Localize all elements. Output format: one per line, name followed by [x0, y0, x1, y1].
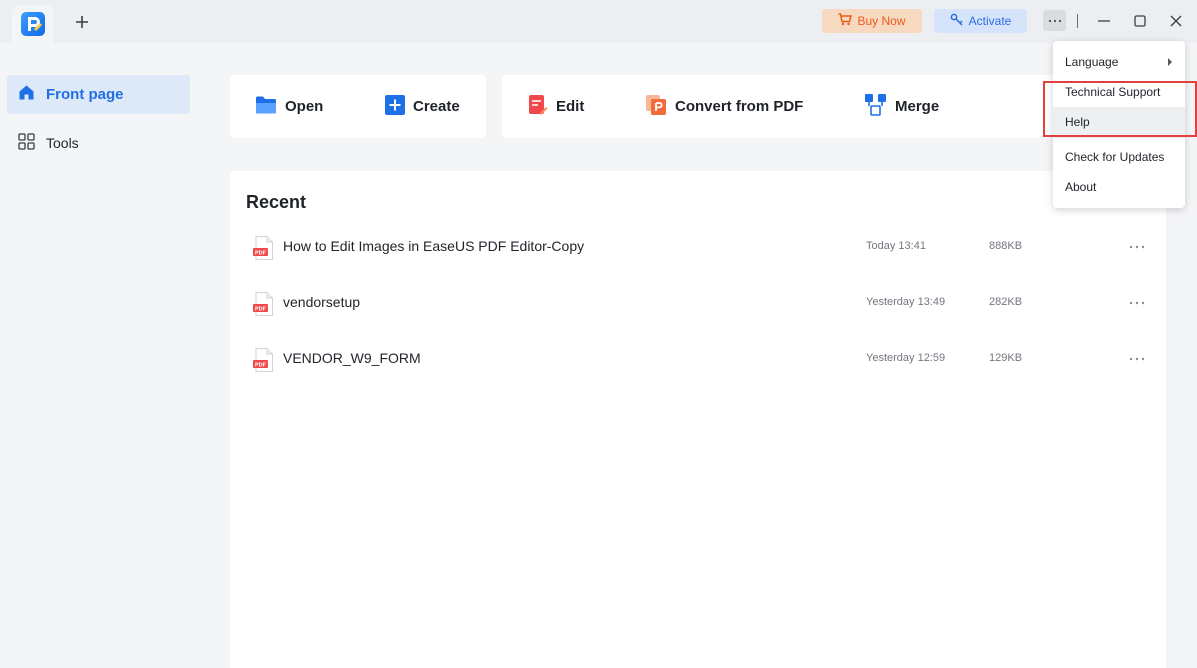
convert-from-pdf-button[interactable]: Convert from PDF — [645, 75, 803, 138]
folder-icon — [255, 95, 277, 119]
file-more-options-icon[interactable] — [1126, 236, 1148, 258]
titlebar-divider — [1077, 14, 1078, 28]
buy-now-button[interactable]: Buy Now — [822, 9, 922, 33]
buy-now-label: Buy Now — [857, 14, 906, 28]
merge-button[interactable]: Merge — [864, 75, 939, 138]
main-content: Open Create Edit Convert from PDF Merge … — [197, 43, 1197, 668]
file-modified-time: Yesterday 12:59 — [866, 352, 946, 364]
close-button[interactable] — [1165, 10, 1187, 32]
key-icon — [950, 13, 964, 30]
pdf-badge: PDF — [255, 362, 267, 368]
activate-label: Activate — [968, 14, 1012, 28]
cart-icon — [838, 13, 853, 29]
more-options-menu: Language Technical Support Help Check fo… — [1053, 41, 1185, 208]
close-icon — [1170, 15, 1182, 27]
file-size: 129KB — [989, 352, 1023, 364]
pdf-file-icon: PDF — [253, 292, 274, 316]
plus-square-icon — [385, 94, 405, 119]
grid-icon — [18, 132, 35, 153]
file-row[interactable]: PDF VENDOR_W9_FORM Yesterday 12:59 129KB — [230, 336, 1166, 384]
edit-doc-icon — [528, 94, 548, 120]
menu-item-label: About — [1065, 180, 1097, 194]
create-button[interactable]: Create — [385, 75, 460, 138]
file-more-options-icon[interactable] — [1126, 348, 1148, 370]
edit-label: Edit — [556, 98, 585, 115]
edit-button[interactable]: Edit — [528, 75, 584, 138]
sidebar-item-tools[interactable]: Tools — [7, 123, 190, 162]
sidebar-item-label: Front page — [46, 86, 124, 103]
file-name: How to Edit Images in EaseUS PDF Editor-… — [283, 238, 585, 254]
menu-item-label: Help — [1065, 115, 1090, 129]
home-icon — [18, 84, 35, 105]
sidebar: Front page Tools — [0, 43, 197, 668]
file-size: 888KB — [989, 240, 1023, 252]
pdf-file-icon: PDF — [253, 236, 274, 260]
menu-item-label: Language — [1065, 55, 1119, 69]
activate-button[interactable]: Activate — [934, 9, 1027, 33]
menu-divider — [1053, 137, 1185, 138]
open-label: Open — [285, 98, 324, 115]
menu-item-check-for-updates[interactable]: Check for Updates — [1053, 142, 1185, 172]
pdf-badge: PDF — [255, 306, 267, 312]
convert-icon — [645, 94, 667, 120]
primary-actions-card: Open Create — [230, 75, 486, 138]
pdf-file-icon: PDF — [253, 348, 274, 372]
tool-actions-card: Edit Convert from PDF Merge — [502, 75, 1062, 138]
sidebar-item-front-page[interactable]: Front page — [7, 75, 190, 114]
convert-from-pdf-label: Convert from PDF — [675, 98, 804, 115]
minimize-button[interactable] — [1093, 10, 1115, 32]
menu-item-label: Technical Support — [1065, 85, 1161, 99]
title-bar: Buy Now Activate — [0, 0, 1197, 43]
pdf-badge: PDF — [255, 250, 267, 256]
menu-item-label: Check for Updates — [1065, 150, 1165, 164]
file-row[interactable]: PDF How to Edit Images in EaseUS PDF Edi… — [230, 224, 1166, 272]
maximize-icon — [1134, 15, 1146, 27]
merge-label: Merge — [895, 98, 940, 115]
file-more-options-icon[interactable] — [1126, 292, 1148, 314]
file-row[interactable]: PDF vendorsetup Yesterday 13:49 282KB — [230, 280, 1166, 328]
maximize-button[interactable] — [1129, 10, 1151, 32]
submenu-arrow-icon — [1168, 58, 1172, 66]
more-options-button[interactable] — [1043, 10, 1066, 31]
app-tab[interactable] — [12, 5, 54, 43]
menu-item-technical-support[interactable]: Technical Support — [1053, 77, 1185, 107]
file-name: VENDOR_W9_FORM — [283, 350, 421, 366]
sidebar-item-label: Tools — [46, 134, 79, 151]
file-modified-time: Yesterday 13:49 — [866, 296, 946, 308]
menu-item-help[interactable]: Help — [1053, 107, 1185, 137]
file-name: vendorsetup — [283, 294, 361, 310]
recent-files-panel: Recent PDF How to Edit Images in EaseUS … — [230, 171, 1166, 668]
menu-item-language[interactable]: Language — [1053, 47, 1185, 77]
minimize-icon — [1098, 20, 1110, 22]
recent-title: Recent — [246, 192, 307, 212]
new-tab-plus-icon[interactable] — [72, 12, 92, 32]
file-modified-time: Today 13:41 — [866, 240, 926, 252]
merge-icon — [864, 93, 887, 120]
menu-item-about[interactable]: About — [1053, 172, 1185, 202]
ellipsis-icon — [1048, 19, 1061, 22]
app-logo-icon — [21, 12, 45, 36]
create-label: Create — [413, 98, 460, 115]
file-size: 282KB — [989, 296, 1023, 308]
open-button[interactable]: Open — [255, 75, 323, 138]
